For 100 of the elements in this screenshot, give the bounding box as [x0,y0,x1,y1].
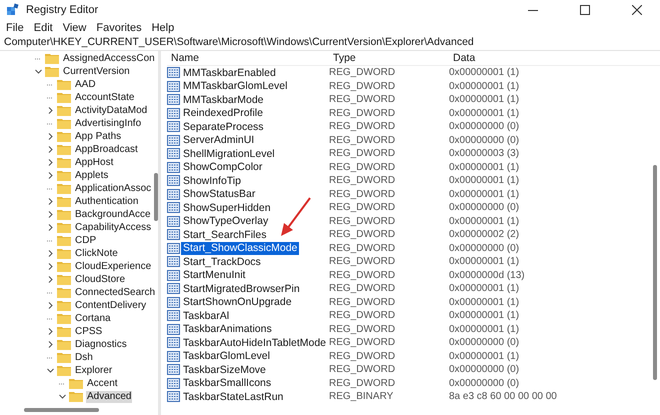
close-icon[interactable] [632,5,642,15]
value-name[interactable]: Start_TrackDocs [181,256,263,268]
registry-value-icon [167,378,180,389]
folder-icon [57,157,71,168]
chevron-icon[interactable] [46,367,54,374]
chevron-icon[interactable] [46,250,54,257]
value-name[interactable]: StartMenuInit [181,269,248,282]
folder-icon [57,105,71,116]
table-cell-text: REG_DWORD [328,283,396,294]
value-name[interactable]: MMTaskbarMode [181,94,266,106]
chevron-icon[interactable] [46,107,54,114]
column-header[interactable]: Data [449,52,660,64]
value-name[interactable]: MMTaskbarEnabled [181,66,278,79]
chevron-icon[interactable] [46,276,54,283]
tree-item[interactable]: CPSS [74,326,104,338]
tree-item[interactable]: AAD [74,78,97,90]
tree-item[interactable]: ClickNote [74,248,119,260]
tree-item[interactable]: Accent [86,378,119,390]
tree-item[interactable]: Explorer [74,364,114,376]
registry-value-icon [167,350,180,362]
table-cell-text: 0x00000001 (1) [448,108,520,119]
tree-item[interactable]: Cortana [74,312,112,324]
tree-item[interactable]: ActivityDataMod [74,104,148,116]
chevron-icon[interactable] [46,133,54,140]
column-header[interactable]: Name [167,52,329,64]
value-name[interactable]: TaskbarAutoHideInTabletMode [181,336,328,349]
chevron-icon[interactable] [46,159,54,166]
value-name[interactable]: TaskbarSizeMove [181,364,268,376]
value-name[interactable]: TaskbarAl [181,310,232,322]
table-cell-text: REG_DWORD [328,202,396,214]
tree-item[interactable]: ApplicationAssoc [74,182,152,194]
value-name[interactable]: TaskbarAnimations [181,323,274,336]
value-name[interactable]: SeparateProcess [181,120,266,133]
maximize-icon[interactable] [580,5,590,15]
menu-item[interactable]: File [6,22,24,34]
tree-item[interactable]: Advanced [86,390,132,402]
chevron-icon[interactable] [46,341,54,348]
tree-item[interactable]: AppBroadcast [74,144,139,156]
tree-item[interactable]: AppHost [74,156,114,168]
tree-item[interactable]: Applets [74,170,110,182]
chevron-icon[interactable] [46,328,54,335]
menu-item[interactable]: View [62,22,86,34]
registry-value-icon [167,134,180,146]
tree-item[interactable]: CloudStore [74,274,126,286]
table-cell-text: REG_DWORD [328,296,396,308]
registry-value-icon [167,80,180,92]
folder-icon [57,300,71,311]
menu-item[interactable]: Help [152,22,174,34]
table-cell-text: REG_DWORD [328,188,396,200]
table-cell-text: 0x00000001 (1) [448,324,520,335]
value-name[interactable]: StartMigratedBrowserPin [181,282,302,295]
menu-item[interactable]: Favorites [96,22,142,34]
chevron-icon[interactable] [46,302,54,309]
address-bar[interactable]: Computer\HKEY_CURRENT_USER\Software\Microsoft\Windows\CurrentVersion\Explorer\Advanced [0,35,660,51]
value-name[interactable]: Start_SearchFiles [181,228,268,241]
tree-item[interactable]: ContentDelivery [74,300,148,312]
value-name[interactable]: ReindexedProfile [181,107,265,120]
folder-icon [57,365,71,376]
tree-item[interactable]: Diagnostics [74,338,128,350]
chevron-icon[interactable] [46,263,54,270]
tree-item[interactable]: CDP [74,234,98,246]
chevron-icon[interactable] [58,393,66,400]
tree-item[interactable]: CloudExperience [74,260,152,272]
tree-item[interactable]: CapabilityAccess [74,222,152,234]
chevron-icon[interactable] [46,211,54,218]
tree-item[interactable]: CurrentVersion [62,66,131,78]
tree-item[interactable]: BackgroundAcce [74,208,152,220]
value-name[interactable]: ShowTypeOverlay [181,215,270,228]
value-name[interactable]: ShowSuperHidden [181,202,273,214]
chevron-icon[interactable] [46,224,54,231]
value-name[interactable]: MMTaskbarGlomLevel [181,80,290,92]
value-name[interactable]: ShellMigrationLevel [181,148,277,160]
tree-item[interactable]: Dsh [74,352,94,364]
menu-item[interactable]: Edit [34,22,53,34]
registry-value-icon [167,270,180,281]
tree-item[interactable]: App Paths [74,130,122,142]
value-name[interactable]: TaskbarGlomLevel [181,350,272,362]
table-cell-text: REG_DWORD [328,324,396,335]
tree-line-icon [47,96,53,98]
table-cell-text: 0x00000001 (1) [448,216,520,227]
chevron-icon[interactable] [46,172,54,179]
value-name[interactable]: TaskbarSmallIcons [181,377,274,390]
table-cell-text: 0x00000001 (1) [448,175,520,186]
chevron-icon[interactable] [46,198,54,205]
tree-item[interactable]: AccountState [74,92,136,104]
value-name[interactable]: ShowInfoTip [181,174,243,187]
tree-item[interactable]: AssignedAccessCon [62,52,156,64]
value-name[interactable]: ShowCompColor [181,161,264,174]
chevron-icon[interactable] [34,68,42,75]
tree-item[interactable]: ConnectedSearch [74,286,156,298]
value-name[interactable]: TaskbarStateLastRun [181,390,286,403]
tree-item[interactable]: Authentication [74,196,140,208]
value-name[interactable]: ServerAdminUI [181,134,256,146]
chevron-icon[interactable] [46,146,54,153]
value-name[interactable]: ShowStatusBar [181,188,258,200]
column-header[interactable]: Type [329,52,449,64]
tree-item[interactable]: AdvertisingInfo [74,118,142,130]
folder-icon [57,209,71,220]
value-name[interactable]: Start_ShowClassicMode [181,242,300,254]
value-name[interactable]: StartShownOnUpgrade [181,296,294,308]
